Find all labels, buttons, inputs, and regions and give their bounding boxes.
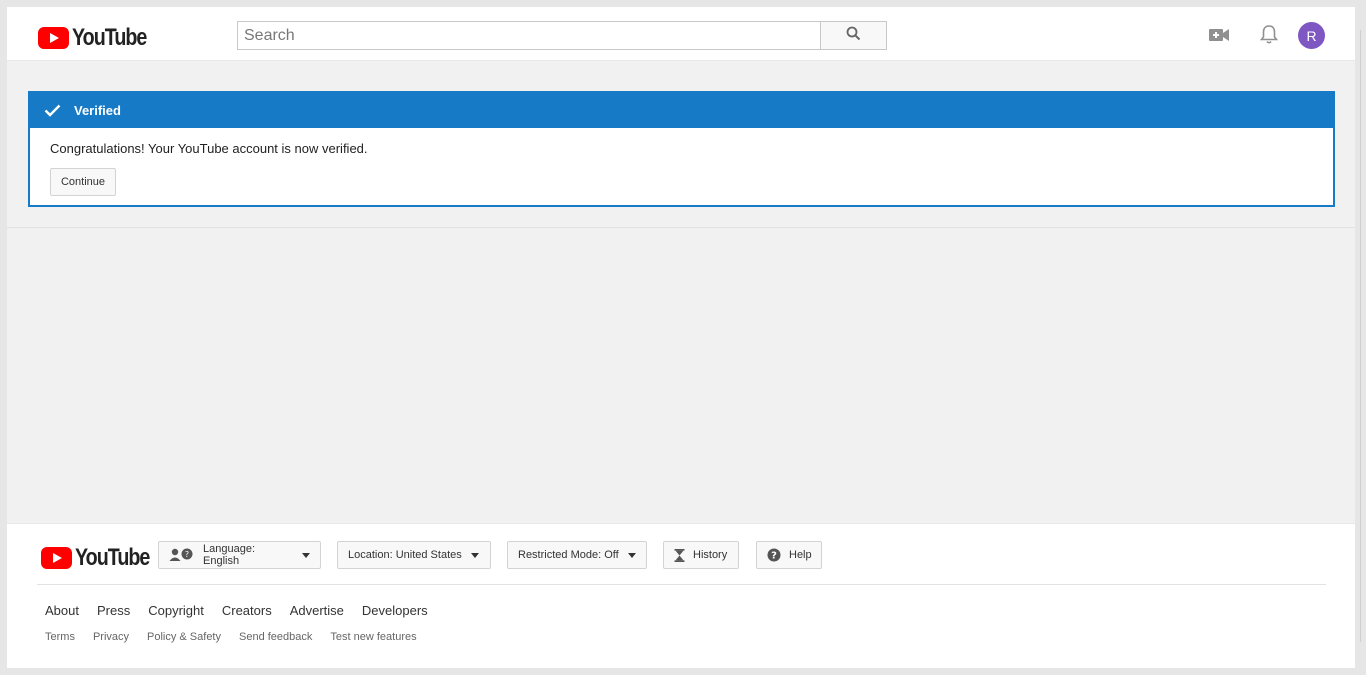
footer-youtube-logo[interactable]: YouTube bbox=[41, 544, 166, 572]
logo-wordmark: YouTube bbox=[72, 24, 147, 51]
help-icon: ? bbox=[767, 548, 781, 562]
verified-header: Verified bbox=[30, 93, 1333, 128]
scrollbar[interactable] bbox=[1360, 30, 1361, 642]
check-icon bbox=[44, 104, 62, 118]
footer-link-privacy[interactable]: Privacy bbox=[93, 631, 129, 643]
footer-link-terms[interactable]: Terms bbox=[45, 631, 75, 643]
page: YouTube Search R Verified Congratulation… bbox=[7, 7, 1355, 668]
svg-text:?: ? bbox=[185, 550, 189, 559]
footer-divider bbox=[37, 584, 1326, 585]
chevron-down-icon bbox=[470, 552, 479, 558]
footer-secondary-links: Terms Privacy Policy & Safety Send feedb… bbox=[45, 631, 435, 643]
search-icon bbox=[846, 26, 861, 46]
location-label: Location: United States bbox=[348, 549, 462, 561]
search-placeholder: Search bbox=[244, 26, 295, 44]
play-logo-icon bbox=[38, 27, 69, 49]
svg-text:?: ? bbox=[771, 551, 777, 562]
footer-link-send-feedback[interactable]: Send feedback bbox=[239, 631, 312, 643]
avatar-letter: R bbox=[1306, 27, 1317, 44]
chevron-down-icon bbox=[302, 552, 310, 558]
masthead: YouTube Search R bbox=[7, 7, 1355, 61]
help-button[interactable]: ? Help bbox=[756, 541, 822, 569]
footer-link-developers[interactable]: Developers bbox=[362, 603, 428, 618]
verified-title: Verified bbox=[74, 103, 121, 118]
footer: YouTube ? Language: English Location: Un… bbox=[7, 523, 1355, 668]
search-input[interactable]: Search bbox=[237, 21, 821, 50]
continue-button[interactable]: Continue bbox=[50, 168, 116, 196]
history-button[interactable]: History bbox=[663, 541, 739, 569]
footer-logo-wordmark: YouTube bbox=[75, 544, 150, 571]
chevron-down-icon bbox=[627, 552, 636, 558]
video-camera-icon[interactable] bbox=[1208, 26, 1230, 44]
footer-link-about[interactable]: About bbox=[45, 603, 79, 618]
footer-link-copyright[interactable]: Copyright bbox=[148, 603, 204, 618]
footer-link-test-new-features[interactable]: Test new features bbox=[330, 631, 416, 643]
footer-link-advertise[interactable]: Advertise bbox=[290, 603, 344, 618]
language-icon: ? bbox=[169, 548, 195, 562]
restricted-mode-label: Restricted Mode: Off bbox=[518, 549, 619, 561]
language-label: Language: English bbox=[203, 543, 255, 567]
content-area: Verified Congratulations! Your YouTube a… bbox=[7, 69, 1355, 228]
hourglass-icon bbox=[674, 548, 685, 562]
youtube-logo[interactable]: YouTube bbox=[38, 24, 163, 52]
verified-message: Congratulations! Your YouTube account is… bbox=[50, 141, 368, 156]
footer-link-policy-safety[interactable]: Policy & Safety bbox=[147, 631, 221, 643]
footer-link-press[interactable]: Press bbox=[97, 603, 130, 618]
footer-primary-links: About Press Copyright Creators Advertise… bbox=[45, 603, 446, 618]
language-button[interactable]: ? Language: English bbox=[158, 541, 321, 569]
help-label: Help bbox=[789, 549, 812, 561]
footer-link-creators[interactable]: Creators bbox=[222, 603, 272, 618]
restricted-mode-button[interactable]: Restricted Mode: Off bbox=[507, 541, 647, 569]
location-button[interactable]: Location: United States bbox=[337, 541, 491, 569]
avatar[interactable]: R bbox=[1298, 22, 1325, 49]
footer-play-logo-icon bbox=[41, 547, 72, 569]
bell-icon[interactable] bbox=[1258, 24, 1280, 46]
history-label: History bbox=[693, 549, 728, 561]
search-button[interactable] bbox=[820, 21, 887, 50]
verified-notice: Verified Congratulations! Your YouTube a… bbox=[28, 91, 1335, 207]
